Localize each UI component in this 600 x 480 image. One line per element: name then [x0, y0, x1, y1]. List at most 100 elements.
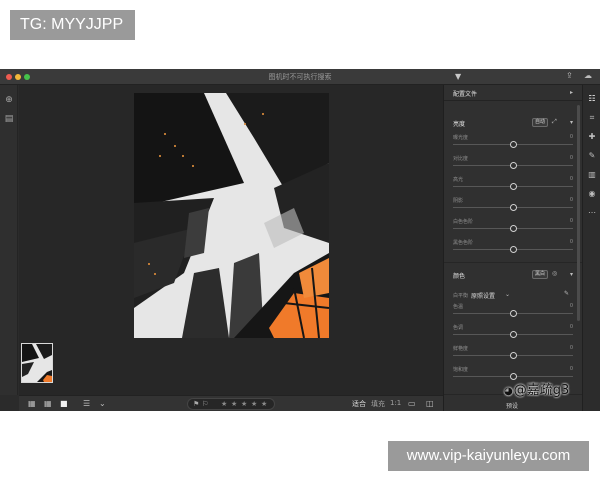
cloud-sync-icon[interactable]: ☁ [584, 71, 592, 80]
color-caret-icon[interactable]: ▾ [570, 271, 573, 278]
slider-row: 对比度 0 [444, 155, 583, 176]
linear-gradient-icon[interactable]: ▥ [587, 170, 597, 180]
white-balance-chevron-icon[interactable]: ⌄ [505, 291, 510, 298]
filmstrip-thumbnail[interactable] [21, 343, 53, 383]
title-bar: 图机时不可执行搜索 ▼ ⇪ ☁ [0, 69, 600, 85]
slider-value[interactable]: 0 [570, 176, 573, 182]
watermark-text: @嘉疏g3 [513, 383, 570, 398]
slider-label: 色温 [453, 304, 464, 310]
slider-label: 曝光度 [453, 135, 469, 141]
slider-knob[interactable] [510, 246, 517, 253]
slider-knob[interactable] [510, 162, 517, 169]
panel-scrollbar[interactable] [577, 105, 580, 321]
edit-sliders-icon[interactable]: ☷ [587, 94, 597, 104]
zoom-fill-button[interactable]: 填充 [371, 399, 385, 409]
bw-button[interactable]: 黑白 [532, 270, 548, 279]
slider-knob[interactable] [510, 141, 517, 148]
filter-icon[interactable]: ▼ [455, 72, 461, 81]
slider-row: 色调 0 [444, 324, 583, 345]
more-icon[interactable]: ⋯ [587, 208, 597, 218]
slider-value[interactable]: 0 [570, 345, 573, 351]
photo-canvas [19, 85, 443, 395]
slider-row: 阴影 0 [444, 197, 583, 218]
slider-label: 鲜艳度 [453, 346, 469, 352]
reject-flag-icon[interactable]: ⚐ [202, 400, 208, 408]
sort-icon[interactable]: ☰ [83, 399, 90, 409]
thumbnail-image [22, 344, 52, 382]
slider-row: 黑色色阶 0 [444, 239, 583, 260]
slider-knob[interactable] [510, 225, 517, 232]
right-toolstrip: ☷ ⌗ ✚ ✎ ▥ ◉ ⋯ [582, 85, 600, 411]
slider-value[interactable]: 0 [570, 366, 573, 372]
zoom-ratio-button[interactable]: 1:1 [390, 399, 401, 407]
top-tag-overlay: TG: MYYJJPP [10, 10, 135, 40]
left-toolstrip: ⊕ ▤ [0, 85, 18, 395]
light-caret-icon[interactable]: ▾ [570, 119, 573, 126]
square-grid-view-icon[interactable]: ▦ [28, 399, 36, 409]
eyedropper-icon[interactable]: ✎ [564, 290, 569, 297]
slider-knob[interactable] [510, 310, 517, 317]
radial-gradient-icon[interactable]: ◉ [587, 189, 597, 199]
pick-flag-icon[interactable]: ⚑ [193, 400, 199, 408]
preset-label[interactable]: 预设 [506, 401, 518, 410]
rating-star-2[interactable]: ★ [231, 400, 237, 408]
share-icon[interactable]: ⇪ [566, 71, 573, 80]
skyscraper-photo-image [134, 93, 329, 338]
slider-row: 曝光度 0 [444, 134, 583, 155]
watermark: ◕@嘉疏g3 [504, 379, 569, 398]
slider-value[interactable]: 0 [570, 324, 573, 330]
slider-label: 饱和度 [453, 367, 469, 373]
page: TG: MYYJJPP 图机时不可执行搜索 ▼ ⇪ ☁ ⊕ ▤ ▦ ▦ ■ ☰ … [0, 0, 600, 480]
slider-knob[interactable] [510, 331, 517, 338]
white-balance-select[interactable]: 原照设置 [471, 291, 495, 300]
add-photos-icon[interactable]: ⊕ [4, 95, 14, 105]
section-divider [444, 262, 583, 263]
slider-row: 鲜艳度 0 [444, 345, 583, 366]
slider-label: 高光 [453, 177, 464, 183]
slider-label: 白色色阶 [453, 219, 474, 225]
color-mix-icon[interactable]: ◎ [552, 270, 557, 277]
crop-icon[interactable]: ⌗ [587, 113, 597, 123]
rating-star-4[interactable]: ★ [251, 400, 257, 408]
slider-label: 阴影 [453, 198, 464, 204]
library-icon[interactable]: ▤ [4, 114, 14, 124]
brush-icon[interactable]: ✎ [587, 151, 597, 161]
slider-row: 高光 0 [444, 176, 583, 197]
rating-star-5[interactable]: ★ [261, 400, 267, 408]
slider-value[interactable]: 0 [570, 218, 573, 224]
weibo-logo-icon: ◕ [504, 386, 513, 397]
healing-icon[interactable]: ✚ [587, 132, 597, 142]
slider-value[interactable]: 0 [570, 303, 573, 309]
grid-view-icon[interactable]: ▦ [44, 399, 52, 409]
profile-header[interactable]: 配置文件 ▸ [444, 85, 583, 101]
slider-knob[interactable] [510, 352, 517, 359]
detail-view-icon[interactable]: ■ [60, 399, 68, 409]
slider-row: 白色色阶 0 [444, 218, 583, 239]
curve-icon[interactable]: ⤢ [552, 118, 557, 126]
color-section-title[interactable]: 颜色 [453, 271, 465, 280]
flag-and-rating-bar: ⚑ ⚐ ★ ★ ★ ★ ★ [187, 398, 275, 410]
slider-value[interactable]: 0 [570, 134, 573, 140]
profile-caret-icon[interactable]: ▸ [570, 89, 573, 96]
rating-star-1[interactable]: ★ [221, 400, 227, 408]
slider-value[interactable]: 0 [570, 197, 573, 203]
slider-label: 对比度 [453, 156, 469, 162]
main-photo[interactable] [134, 93, 329, 338]
edit-panel: 配置文件 ▸ 亮度 自动 ⤢ ▾ 曝光度 0 对比度 0 高光 0 阴影 0 白色色阶 0 黑色色阶… [443, 85, 583, 411]
slider-label: 色调 [453, 325, 464, 331]
slider-knob[interactable] [510, 183, 517, 190]
zoom-fit-button[interactable]: 适合 [352, 399, 366, 409]
window-title: 图机时不可执行搜索 [268, 73, 332, 81]
slider-value[interactable]: 0 [570, 239, 573, 245]
sort-chevron-down-icon[interactable]: ⌄ [99, 399, 106, 409]
slider-value[interactable]: 0 [570, 155, 573, 161]
bottom-toolbar: ▦ ▦ ■ ☰ ⌄ ⚑ ⚐ ★ ★ ★ ★ ★ 适合 填充 1:1 ▭ ◫ [19, 395, 443, 411]
slider-knob[interactable] [510, 204, 517, 211]
slider-label: 黑色色阶 [453, 240, 474, 246]
before-after-icon[interactable]: ◫ [426, 399, 434, 409]
white-balance-label: 白平衡 [453, 293, 469, 299]
compare-view-icon[interactable]: ▭ [408, 399, 416, 409]
rating-star-3[interactable]: ★ [241, 400, 247, 408]
light-section-title[interactable]: 亮度 [453, 119, 465, 128]
auto-button[interactable]: 自动 [532, 118, 548, 127]
